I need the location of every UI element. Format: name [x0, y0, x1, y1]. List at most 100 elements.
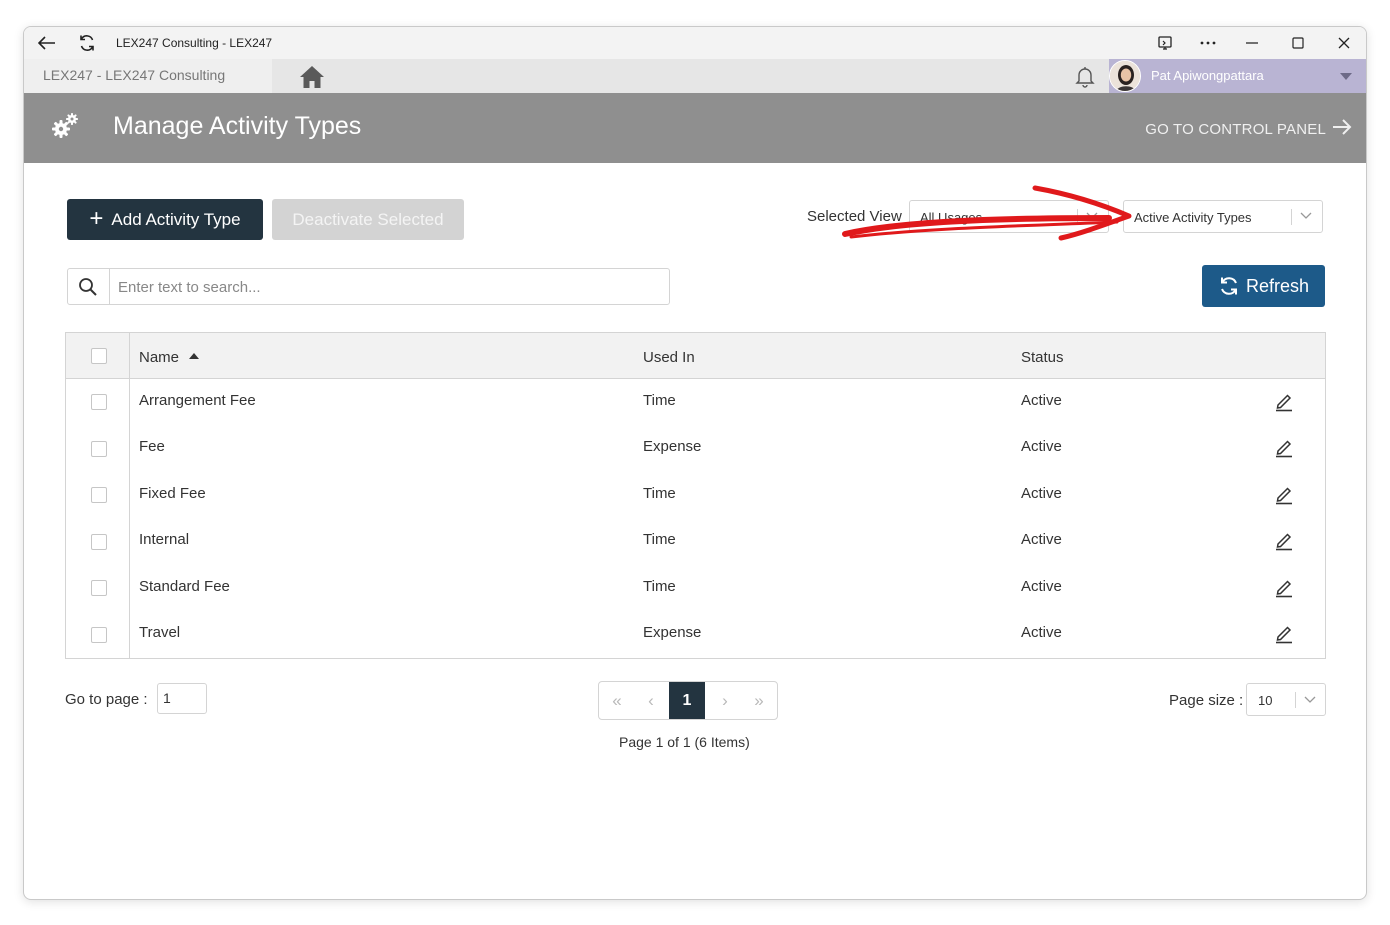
- page-size-label: Page size :: [1169, 692, 1244, 709]
- gears-icon: [50, 111, 80, 141]
- next-page-icon[interactable]: ›: [707, 682, 743, 719]
- refresh-button[interactable]: Refresh: [1202, 265, 1325, 307]
- page-button-current[interactable]: 1: [669, 682, 705, 719]
- avatar[interactable]: [1109, 60, 1141, 92]
- row-name: Fee: [139, 438, 165, 455]
- window-title: LEX247 Consulting - LEX247: [116, 36, 273, 50]
- row-status: Active: [1021, 485, 1062, 502]
- bell-icon[interactable]: [1073, 64, 1097, 88]
- org-tab[interactable]: LEX247 - LEX247 Consulting: [24, 59, 272, 93]
- usage-filter-select[interactable]: All Usages: [909, 200, 1109, 233]
- row-status: Active: [1021, 531, 1062, 548]
- add-activity-type-button[interactable]: + Add Activity Type: [67, 199, 263, 240]
- page-size-value: 10: [1258, 693, 1273, 708]
- first-page-icon[interactable]: «: [599, 682, 635, 719]
- row-checkbox[interactable]: [91, 534, 107, 550]
- chevron-down-icon[interactable]: [1340, 73, 1352, 80]
- edit-icon[interactable]: [1273, 529, 1295, 551]
- cast-icon[interactable]: [1145, 31, 1185, 55]
- select-divider: [1295, 692, 1296, 708]
- row-name: Travel: [139, 624, 181, 641]
- reload-icon[interactable]: [74, 31, 100, 55]
- select-all-checkbox[interactable]: [91, 348, 107, 364]
- edit-icon[interactable]: [1273, 576, 1295, 598]
- search-box[interactable]: [67, 268, 670, 305]
- edit-icon[interactable]: [1273, 622, 1295, 644]
- user-name[interactable]: Pat Apiwongpattara: [1151, 68, 1264, 83]
- edit-icon[interactable]: [1273, 390, 1295, 412]
- row-checkbox[interactable]: [91, 487, 107, 503]
- table-row[interactable]: Arrangement Fee Time Active: [66, 379, 1325, 425]
- status-filter-value: Active Activity Types: [1134, 210, 1252, 225]
- table-row[interactable]: Fixed Fee Time Active: [66, 472, 1325, 518]
- add-button-label: Add Activity Type: [111, 209, 241, 229]
- plus-icon: +: [89, 204, 104, 232]
- page-title: Manage Activity Types: [113, 112, 362, 140]
- row-name: Standard Fee: [139, 578, 230, 595]
- maximize-icon[interactable]: [1278, 31, 1318, 55]
- page-size-select[interactable]: 10: [1246, 683, 1326, 716]
- prev-page-icon[interactable]: ‹: [633, 682, 669, 719]
- goto-page-label: Go to page :: [65, 691, 148, 708]
- row-used-in: Expense: [643, 438, 702, 455]
- close-icon[interactable]: [1324, 31, 1364, 55]
- status-filter-select[interactable]: Active Activity Types: [1123, 200, 1323, 233]
- minimize-icon[interactable]: [1232, 31, 1272, 55]
- column-header-name[interactable]: Name: [139, 349, 200, 366]
- table-row[interactable]: Standard Fee Time Active: [66, 565, 1325, 611]
- activity-types-table: Name Used In Status Arrangement Fee Time…: [65, 332, 1326, 659]
- pagination: « ‹ 1 › »: [598, 681, 778, 720]
- goto-page-input[interactable]: 1: [157, 683, 207, 714]
- row-used-in: Time: [643, 485, 676, 502]
- chevron-down-icon: [1303, 692, 1317, 706]
- select-divider: [1077, 209, 1078, 225]
- control-panel-link[interactable]: GO TO CONTROL PANEL: [1145, 121, 1326, 138]
- last-page-icon[interactable]: »: [741, 682, 777, 719]
- row-checkbox[interactable]: [91, 441, 107, 457]
- refresh-label: Refresh: [1245, 275, 1310, 296]
- page-header: Manage Activity Types GO TO CONTROL PANE…: [24, 93, 1366, 163]
- column-header-used-in[interactable]: Used In: [643, 349, 695, 366]
- search-icon: [78, 277, 98, 297]
- row-name: Arrangement Fee: [139, 392, 256, 409]
- title-bar: LEX247 Consulting - LEX247: [24, 27, 1366, 59]
- arrow-right-icon[interactable]: [1330, 115, 1354, 139]
- deactivate-selected-button[interactable]: Deactivate Selected: [272, 199, 464, 240]
- row-name: Fixed Fee: [139, 485, 206, 502]
- more-icon[interactable]: [1188, 31, 1228, 55]
- usage-filter-value: All Usages: [920, 210, 983, 225]
- table-row[interactable]: Internal Time Active: [66, 518, 1325, 564]
- row-used-in: Time: [643, 392, 676, 409]
- table-row[interactable]: Travel Expense Active: [66, 611, 1325, 657]
- edit-icon[interactable]: [1273, 483, 1295, 505]
- row-checkbox[interactable]: [91, 627, 107, 643]
- app-bar: LEX247 - LEX247 Consulting Pat Apiwongpa…: [24, 59, 1366, 93]
- row-status: Active: [1021, 392, 1062, 409]
- row-checkbox[interactable]: [91, 394, 107, 410]
- row-status: Active: [1021, 624, 1062, 641]
- column-header-name-label: Name: [139, 349, 180, 366]
- table-header: Name Used In Status: [66, 333, 1325, 379]
- sort-ascending-icon: [189, 353, 200, 359]
- column-header-status[interactable]: Status: [1021, 349, 1064, 366]
- table-row[interactable]: Fee Expense Active: [66, 425, 1325, 471]
- page-info: Page 1 of 1 (6 Items): [619, 734, 750, 750]
- edit-icon[interactable]: [1273, 436, 1295, 458]
- search-input[interactable]: [118, 277, 658, 297]
- row-used-in: Expense: [643, 624, 702, 641]
- search-divider: [109, 269, 110, 304]
- row-status: Active: [1021, 438, 1062, 455]
- row-name: Internal: [139, 531, 190, 548]
- row-checkbox[interactable]: [91, 580, 107, 596]
- row-status: Active: [1021, 578, 1062, 595]
- row-used-in: Time: [643, 578, 676, 595]
- selected-view-label: Selected View: [807, 208, 902, 225]
- refresh-icon: [1218, 275, 1240, 297]
- back-arrow-icon[interactable]: [34, 31, 60, 55]
- app-window: LEX247 Consulting - LEX247 LEX247 - LEX2…: [23, 26, 1367, 900]
- home-icon[interactable]: [298, 64, 326, 90]
- org-label: LEX247 - LEX247 Consulting: [43, 67, 226, 83]
- chevron-down-icon: [1085, 208, 1099, 222]
- select-divider: [1291, 209, 1292, 225]
- row-used-in: Time: [643, 531, 676, 548]
